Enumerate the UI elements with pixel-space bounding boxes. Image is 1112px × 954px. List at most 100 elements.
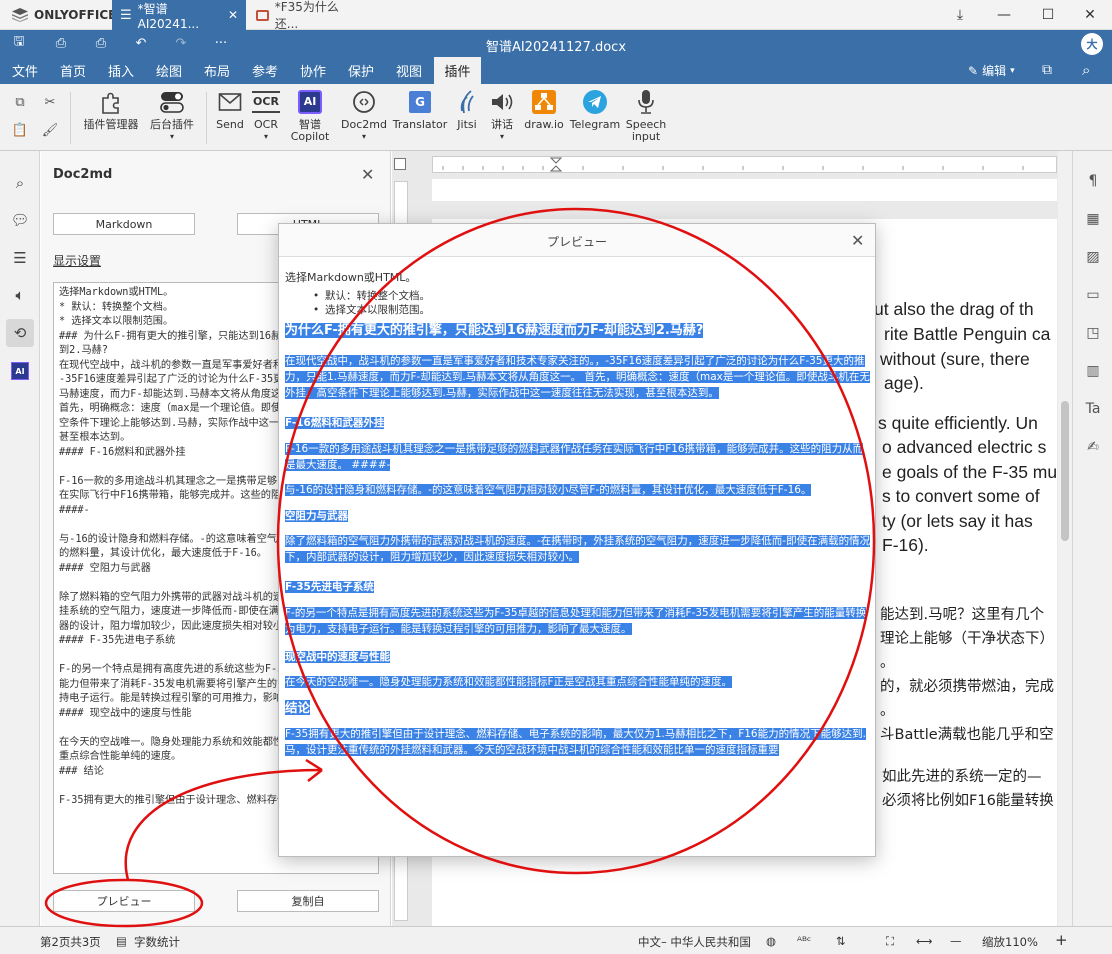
scrollbar-thumb[interactable] — [1061, 401, 1069, 541]
preview-paragraph: F-16一款的多用途战斗机其理念之一是携带足够的燃料武器作战任务在实际飞行中F1… — [285, 443, 864, 471]
download-icon[interactable]: ⤓ — [938, 0, 982, 30]
background-plugins-button[interactable]: 后台插件 ▾ — [144, 88, 200, 143]
jitsi-button[interactable]: Jitsi — [452, 88, 482, 131]
close-icon[interactable]: ✕ — [851, 231, 864, 250]
close-icon[interactable]: ✕ — [361, 165, 374, 184]
copy-icon[interactable]: ⧉ — [10, 92, 30, 112]
fit-page-icon[interactable]: ⛶ — [886, 934, 894, 949]
zoom-out-icon[interactable]: — — [950, 934, 962, 948]
preview-heading: 为什么F-拥有更大的推引擎，只能达到16赫速度而力F-却能达到2.马赫? — [285, 323, 704, 338]
globe-icon[interactable]: ◍ — [766, 934, 776, 948]
search-icon[interactable]: ⌕ — [1082, 61, 1090, 79]
minimize-icon[interactable]: — — [982, 0, 1026, 30]
vertical-scrollbar[interactable] — [1058, 151, 1072, 926]
header-footer-icon[interactable]: ▭ — [1081, 283, 1105, 307]
word-count[interactable]: 字数统计 — [134, 934, 180, 950]
signature-icon[interactable]: ✍ — [1081, 435, 1105, 459]
comments-icon[interactable]: 💬︎ — [6, 206, 34, 234]
telegram-button[interactable]: Telegram — [570, 88, 620, 131]
doc-text-line: s to convert some of — [882, 486, 1040, 506]
image-icon[interactable]: ▨ — [1081, 245, 1105, 269]
preview-content[interactable]: 选择Markdown或HTML。 默认：转换整个文档。 选择文本以限制范围。 为… — [285, 270, 871, 850]
preview-button[interactable]: プレビュー — [53, 890, 195, 912]
menu-file[interactable]: 文件 — [4, 57, 46, 84]
paste-icon[interactable]: 📋 — [10, 120, 30, 140]
tab-doc-f35[interactable]: *F35为什么还... — [248, 0, 368, 31]
speaker-icon — [488, 88, 516, 116]
preview-heading: 结论 — [285, 700, 311, 715]
plugin-manager-label: 插件管理器 — [83, 118, 139, 131]
speech-input-label: Speech input — [625, 118, 667, 143]
preview-paragraph: F-35拥有更大的推引擎但由于设计理念、燃料存储、电子系统的影响，最大仅为1.马… — [285, 728, 866, 756]
menu-home[interactable]: 首页 — [52, 57, 94, 84]
menu-plugins[interactable]: 插件 — [434, 57, 481, 84]
translator-button[interactable]: G Translator — [392, 88, 448, 131]
speaker-icon[interactable]: 🔈︎ — [6, 281, 34, 309]
speech-button[interactable]: 讲话 ▾ — [486, 88, 518, 143]
send-label: Send — [216, 118, 244, 131]
maximize-icon[interactable]: ☐ — [1026, 0, 1070, 30]
menu-references[interactable]: 参考 — [244, 57, 286, 84]
track-changes-icon[interactable]: ⇅ — [836, 934, 846, 948]
markdown-button[interactable]: Markdown — [53, 213, 195, 235]
telegram-label: Telegram — [569, 118, 621, 131]
display-settings-link[interactable]: 显示设置 — [53, 252, 101, 269]
menu-draw[interactable]: 绘图 — [148, 57, 190, 84]
doc-text-line: ty (or lets say it has — [882, 511, 1033, 531]
doc2md-label: Doc2md — [341, 118, 387, 131]
ocr-button[interactable]: OCR OCR ▾ — [250, 88, 282, 143]
drawio-icon — [530, 88, 558, 116]
menu-collaborate[interactable]: 协作 — [292, 57, 334, 84]
zoom-level[interactable]: 缩放110% — [982, 934, 1038, 950]
format-painter-icon[interactable]: 🖌 — [40, 120, 60, 140]
zoom-in-icon[interactable]: + — [1055, 931, 1068, 949]
tab-doc-zhipu[interactable]: ☰ *智谱AI20241... ✕ — [112, 0, 246, 31]
chart-icon[interactable]: ▥ — [1081, 359, 1105, 383]
doc2md-icon[interactable]: ⟲ — [6, 319, 34, 347]
doc-text-line: F-16). — [882, 535, 929, 555]
drawio-button[interactable]: draw.io — [522, 88, 566, 131]
preview-dialog: プレビュー ✕ 选择Markdown或HTML。 默认：转换整个文档。 选择文本… — [278, 223, 876, 857]
horizontal-ruler[interactable] — [432, 156, 1057, 173]
background-plugins-label: 后台插件 — [150, 118, 194, 131]
main-menu: 文件 首页 插入 绘图 布局 参考 协作 保护 视图 插件 ✎ 编辑 ▾ ⧉ ⌕ — [0, 57, 1112, 84]
language-selector[interactable]: 中文– 中华人民共和国 — [638, 934, 751, 950]
close-icon[interactable]: ✕ — [228, 8, 238, 22]
spellcheck-icon[interactable]: ᴬᴮᶜ — [797, 934, 811, 948]
doc-text-line: 。 — [880, 655, 895, 671]
copy-button[interactable]: 复制自 — [237, 890, 379, 912]
cut-icon[interactable]: ✂ — [40, 92, 60, 112]
ai-icon[interactable]: AI — [6, 357, 34, 385]
menu-insert[interactable]: 插入 — [100, 57, 142, 84]
jitsi-icon — [453, 88, 481, 116]
quick-access-bar: 🖫 ⎙ ⎙ ↶ ↷ ··· 智谱AI20241127.docx 大 — [0, 30, 1112, 57]
panel-title: Doc2md — [53, 167, 113, 182]
table-icon[interactable]: ▦ — [1081, 207, 1105, 231]
navigation-icon[interactable]: ☰ — [6, 244, 34, 272]
toolbar-divider — [206, 92, 207, 144]
tab-stop-icon[interactable] — [394, 158, 406, 170]
user-avatar[interactable]: 大 — [1081, 33, 1103, 55]
folder-icon[interactable]: ⧉ — [1042, 62, 1052, 78]
search-icon[interactable]: ⌕ — [6, 169, 34, 197]
menu-view[interactable]: 视图 — [388, 57, 430, 84]
text-art-icon[interactable]: Ta — [1081, 397, 1105, 421]
onlyoffice-logo-icon — [12, 8, 28, 22]
zhipu-copilot-button[interactable]: AI 智谱 Copilot — [286, 88, 334, 143]
doc2md-button[interactable]: Doc2md ▾ — [340, 88, 388, 143]
page-indicator[interactable]: 第2页共3页 — [40, 934, 101, 950]
menu-protect[interactable]: 保护 — [340, 57, 382, 84]
list-item: 选择文本以限制范围。 — [285, 303, 871, 317]
close-window-icon[interactable]: ✕ — [1068, 0, 1112, 30]
chevron-down-icon: ▾ — [361, 132, 366, 141]
edit-mode-dropdown[interactable]: ✎ 编辑 ▾ — [968, 62, 1015, 79]
dialog-header[interactable]: プレビュー ✕ — [279, 224, 875, 257]
menu-layout[interactable]: 布局 — [196, 57, 238, 84]
shape-icon[interactable]: ◳ — [1081, 321, 1105, 345]
paragraph-icon[interactable]: ¶ — [1081, 169, 1105, 193]
plugin-manager-button[interactable]: 插件管理器 — [80, 88, 142, 131]
fit-width-icon[interactable]: ⟷ — [916, 934, 933, 948]
send-button[interactable]: Send — [212, 88, 248, 131]
plugins-toolbar: ⧉ ✂ 📋 🖌 插件管理器 后台插件 ▾ Send OCR OCR ▾ AI 智… — [0, 84, 1112, 151]
speech-input-button[interactable]: Speech input — [624, 88, 668, 143]
